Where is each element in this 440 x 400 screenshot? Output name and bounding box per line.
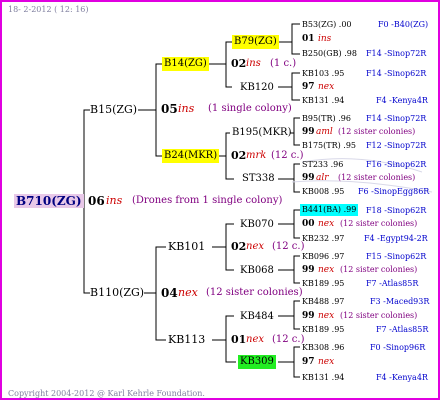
gen1-gen: 04 bbox=[161, 286, 178, 300]
sire: KB103 .95 bbox=[302, 69, 345, 78]
sire: KB308 .96 bbox=[302, 343, 345, 352]
sire: B53(ZG) .00 bbox=[302, 20, 352, 29]
note: (12 sister colonies) bbox=[340, 219, 418, 228]
pedigree-canvas: 18- 2-2012 ( 12: 16) B710(ZG) 06 ins (Dr… bbox=[0, 0, 440, 400]
note: (12 sister colonies) bbox=[338, 173, 416, 182]
ins: aml bbox=[316, 127, 333, 137]
sire: KB488 .97 bbox=[302, 297, 345, 306]
gen2-note: (12 c.) bbox=[272, 241, 305, 252]
gen1-id[interactable]: B15(ZG) bbox=[90, 104, 137, 116]
sire: B441(BA) .99 bbox=[300, 204, 359, 216]
ins: nex bbox=[318, 357, 335, 367]
gen3-id[interactable]: KB068 bbox=[240, 265, 274, 277]
ins: nex bbox=[318, 265, 335, 275]
g: 99 bbox=[302, 311, 315, 321]
ins: nex bbox=[318, 82, 335, 92]
g: 99 bbox=[302, 173, 315, 183]
gen2-id[interactable]: B14(ZG) bbox=[162, 57, 209, 71]
dam: KB189 .95 bbox=[302, 325, 345, 334]
g: 99 bbox=[302, 265, 315, 275]
gen1-note: (1 single colony) bbox=[208, 103, 292, 114]
dam: B175(TR) .95 bbox=[302, 141, 357, 150]
ref[interactable]: F14 -Sinop62R bbox=[366, 68, 426, 80]
ins: alr bbox=[316, 173, 329, 183]
gen3-id[interactable]: B195(MKR) bbox=[232, 127, 291, 139]
gen2-id[interactable]: KB113 bbox=[168, 334, 205, 346]
gen2-ins: ins bbox=[246, 58, 261, 69]
note: (12 sister colonies) bbox=[340, 311, 418, 320]
ref[interactable]: F15 -Sinop62R bbox=[366, 251, 426, 263]
ins: nex bbox=[318, 311, 335, 321]
gen1-note: (12 sister colonies) bbox=[206, 287, 303, 298]
gen3-id[interactable]: KB070 bbox=[240, 219, 274, 231]
ref[interactable]: F4 -Kenya4R bbox=[376, 372, 428, 384]
ref[interactable]: F4 -Egypt94-2R bbox=[364, 233, 428, 245]
ref[interactable]: F16 -Sinop62R bbox=[366, 159, 426, 171]
g: 99 bbox=[302, 127, 315, 137]
dam: KB189 .95 bbox=[302, 279, 345, 288]
ins: nex bbox=[318, 219, 335, 229]
ref[interactable]: F12 -Sinop72R bbox=[366, 140, 426, 152]
g: 01 bbox=[302, 34, 315, 44]
gen2-note: (12 c.) bbox=[272, 334, 305, 345]
g: 00 bbox=[302, 219, 315, 229]
gen2-note: (1 c.) bbox=[270, 58, 297, 69]
gen2-ins: mrk bbox=[246, 150, 267, 161]
ref[interactable]: F4 -Kenya4R bbox=[376, 95, 428, 107]
ref[interactable]: F7 -Atlas85R bbox=[376, 324, 428, 336]
gen1-ins: ins bbox=[178, 102, 195, 115]
ins: ins bbox=[318, 34, 332, 44]
gen2-id[interactable]: KB101 bbox=[168, 241, 205, 253]
dam: KB008 .95 bbox=[302, 187, 345, 196]
ref[interactable]: F14 -Sinop72R bbox=[366, 113, 426, 125]
gen2-gen: 02 bbox=[231, 149, 247, 162]
dam: KB131 .94 bbox=[302, 96, 345, 105]
note: (12 sister colonies) bbox=[338, 127, 416, 136]
footer-copyright: Copyright 2004-2012 @ Karl Kehrle Founda… bbox=[8, 389, 205, 398]
g: 97 bbox=[302, 82, 315, 92]
ref[interactable]: F6 -SinopEgg86R bbox=[358, 186, 429, 198]
gen2-gen: 02 bbox=[231, 57, 247, 70]
gen3-id[interactable]: KB309 bbox=[238, 355, 276, 369]
gen3-id[interactable]: ST338 bbox=[242, 173, 275, 185]
gen2-ins: nex bbox=[246, 241, 264, 252]
ref[interactable]: F3 -Maced93R bbox=[370, 296, 429, 308]
note: (12 sister colonies) bbox=[340, 265, 418, 274]
dam: KB232 .97 bbox=[302, 234, 345, 243]
gen2-gen: 02 bbox=[231, 240, 247, 253]
gen2-ins: nex bbox=[246, 334, 264, 345]
gen2-id[interactable]: B24(MKR) bbox=[162, 149, 220, 163]
root-gen: 06 bbox=[88, 194, 105, 208]
sire: B95(TR) .96 bbox=[302, 114, 351, 123]
ref[interactable]: F0 -Sinop96R bbox=[370, 342, 425, 354]
sire: KB096 .97 bbox=[302, 252, 345, 261]
gen3-id[interactable]: B79(ZG) bbox=[232, 35, 279, 49]
gen3-id[interactable]: KB120 bbox=[240, 82, 274, 94]
g: 97 bbox=[302, 357, 315, 367]
gen1-ins: nex bbox=[178, 286, 198, 299]
dam: KB131 .94 bbox=[302, 373, 345, 382]
gen1-id[interactable]: B110(ZG) bbox=[90, 287, 144, 299]
gen3-id[interactable]: KB484 bbox=[240, 311, 274, 323]
ref[interactable]: F18 -Sinop62R bbox=[366, 205, 426, 217]
root-ins: ins bbox=[106, 194, 123, 207]
header-date: 18- 2-2012 ( 12: 16) bbox=[8, 5, 89, 14]
ref[interactable]: F0 -B40(ZG) bbox=[378, 19, 428, 31]
dam: B250(GB) .98 bbox=[302, 49, 357, 58]
root-id[interactable]: B710(ZG) bbox=[14, 194, 84, 208]
gen1-gen: 05 bbox=[161, 102, 178, 116]
ref[interactable]: F7 -Atlas85R bbox=[366, 278, 418, 290]
gen2-note: (12 c.) bbox=[271, 150, 304, 161]
sire: ST233 .96 bbox=[302, 160, 344, 169]
gen2-gen: 01 bbox=[231, 333, 247, 346]
root-note: (Drones from 1 single colony) bbox=[132, 195, 283, 206]
ref[interactable]: F14 -Sinop72R bbox=[366, 48, 426, 60]
